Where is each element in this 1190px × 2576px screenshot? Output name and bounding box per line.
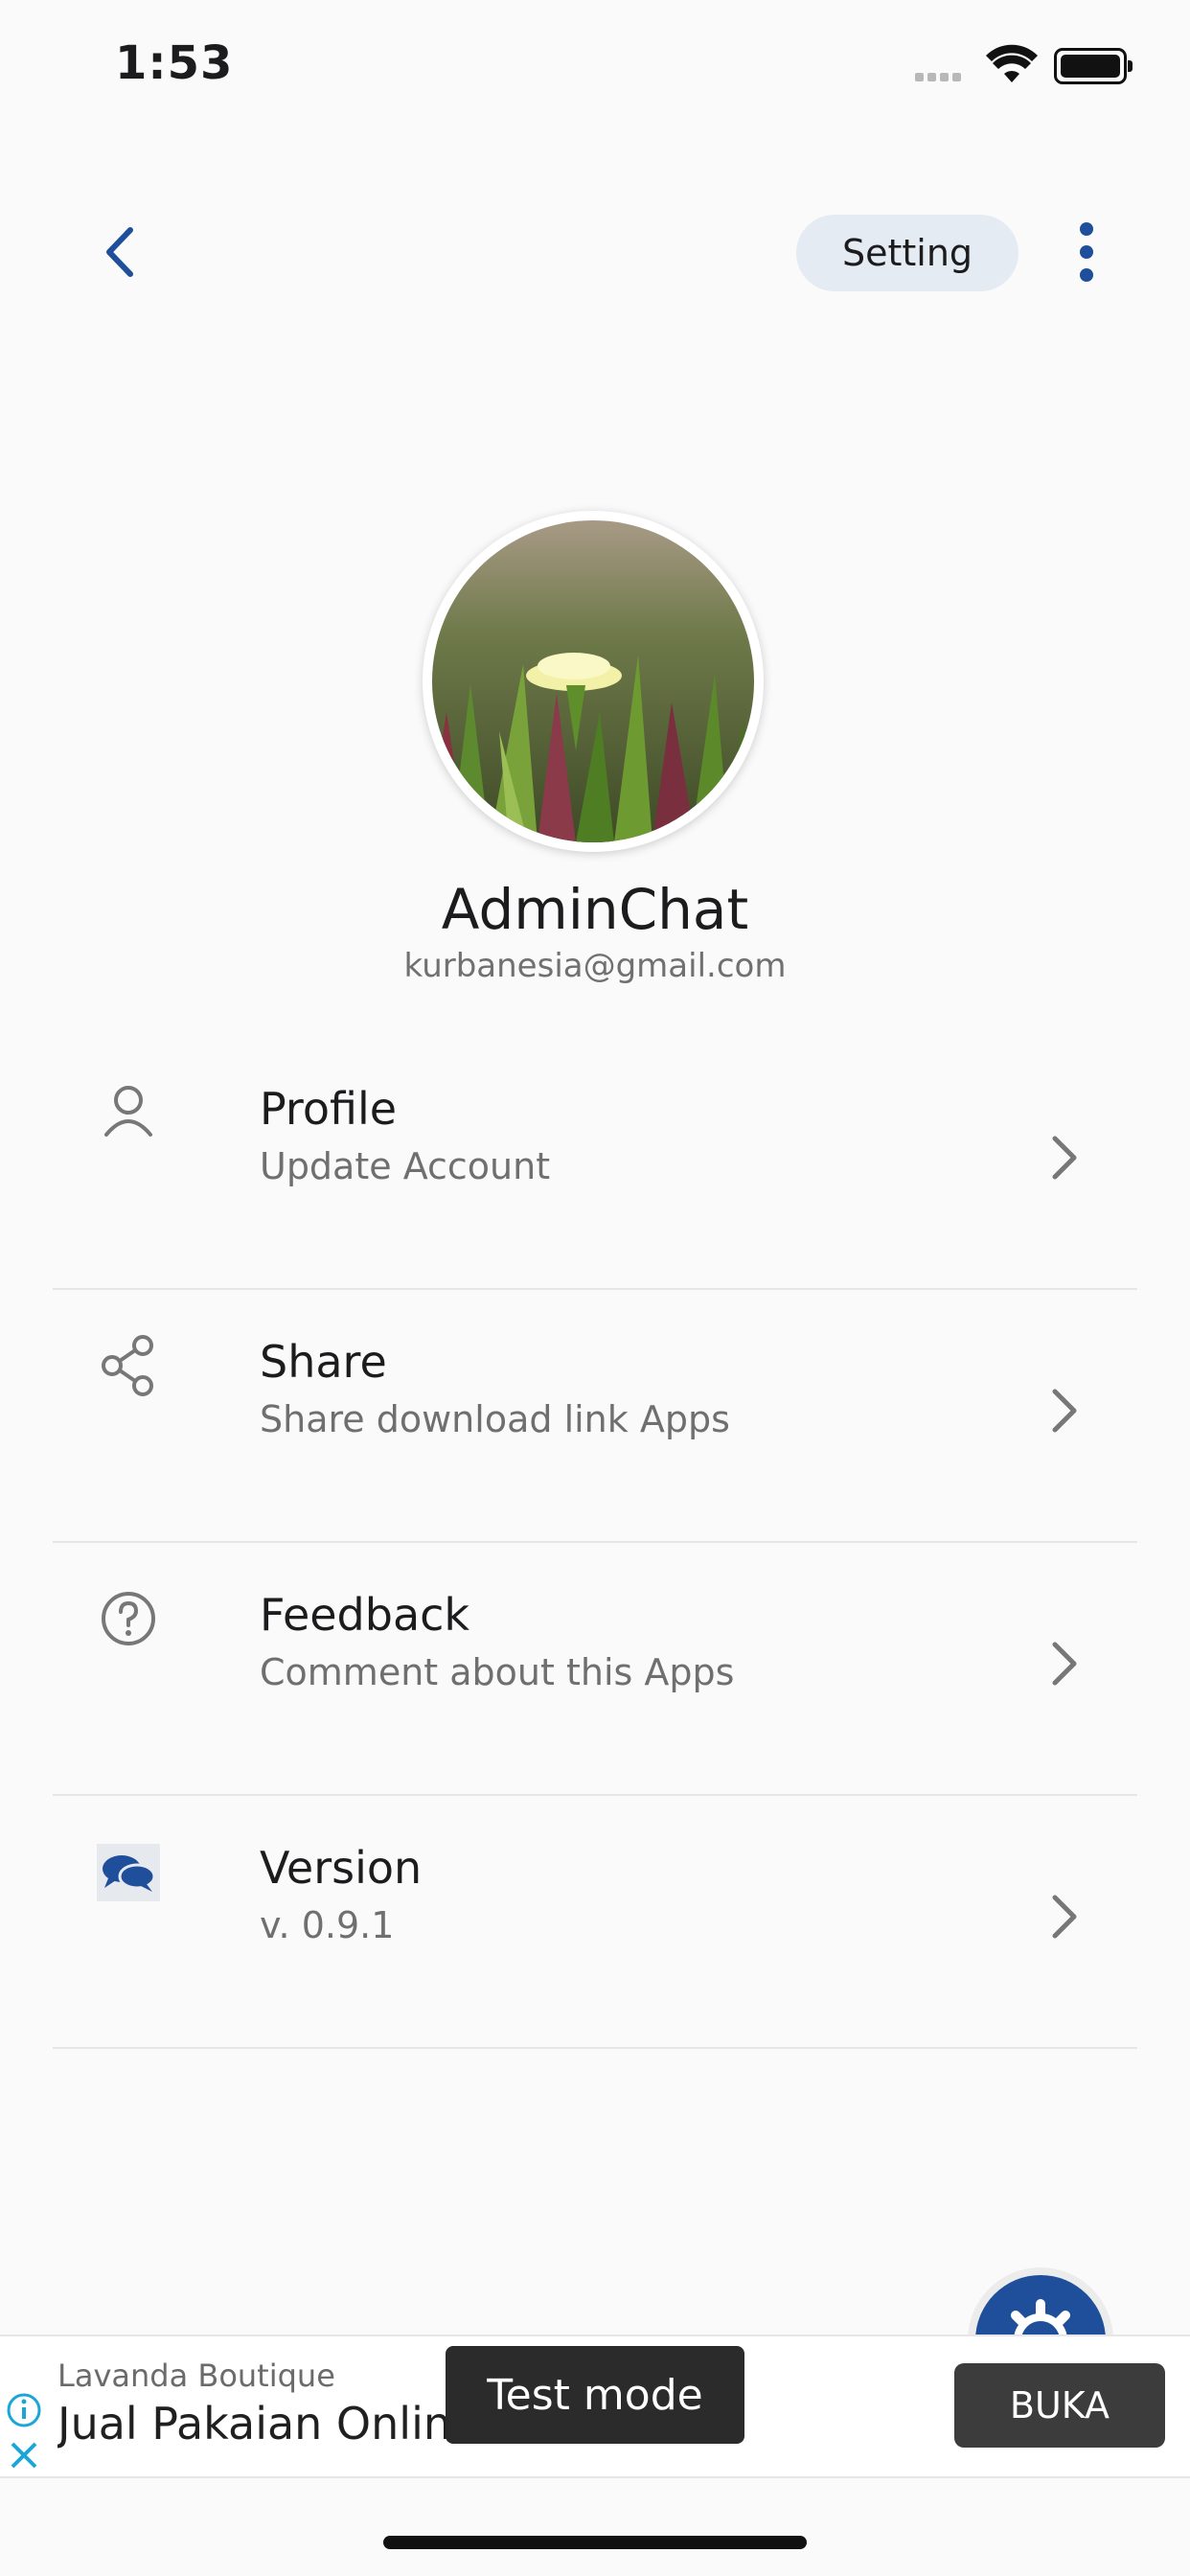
wifi-icon xyxy=(986,44,1038,82)
ad-open-button[interactable]: BUKA xyxy=(954,2363,1165,2448)
menu-item-feedback[interactable]: Feedback Comment about this Apps xyxy=(53,1541,1137,1796)
menu-item-share[interactable]: Share Share download link Apps xyxy=(53,1288,1137,1543)
menu-item-version[interactable]: Version v. 0.9.1 xyxy=(53,1794,1137,2049)
help-circle-icon xyxy=(102,1592,155,1645)
back-arrow-icon[interactable] xyxy=(92,218,149,286)
close-icon[interactable] xyxy=(8,2439,40,2472)
profile-name: AdminChat xyxy=(441,877,749,942)
chevron-right-icon xyxy=(1052,1389,1077,1433)
info-icon[interactable] xyxy=(6,2392,42,2428)
chevron-right-icon xyxy=(1052,1136,1077,1180)
person-icon xyxy=(104,1086,152,1137)
avatar[interactable] xyxy=(432,520,754,842)
battery-icon xyxy=(1054,48,1133,84)
menu-item-subtitle: Share download link Apps xyxy=(260,1398,730,1440)
test-mode-label: Test mode xyxy=(446,2346,744,2444)
menu-item-title: Share xyxy=(260,1336,387,1388)
share-icon xyxy=(102,1335,153,1396)
chevron-right-icon xyxy=(1052,1642,1077,1686)
cellular-signal-icon xyxy=(915,67,965,85)
home-indicator[interactable] xyxy=(383,2536,807,2549)
menu-item-profile[interactable]: Profile Update Account xyxy=(53,1035,1137,1290)
menu-item-subtitle: v. 0.9.1 xyxy=(260,1904,395,1946)
menu-item-title: Profile xyxy=(260,1083,398,1135)
chevron-right-icon xyxy=(1052,1895,1077,1939)
menu-item-title: Version xyxy=(260,1842,423,1894)
status-time: 1:53 xyxy=(115,36,234,90)
menu-item-subtitle: Update Account xyxy=(260,1145,551,1187)
ad-headline[interactable]: Jual Pakaian Online xyxy=(57,2398,460,2450)
menu-item-subtitle: Comment about this Apps xyxy=(260,1651,735,1693)
more-vertical-icon[interactable] xyxy=(1064,218,1110,286)
ad-advertiser: Lavanda Boutique xyxy=(57,2358,335,2394)
setting-chip[interactable]: Setting xyxy=(796,215,1018,291)
menu-item-title: Feedback xyxy=(260,1589,470,1641)
profile-email: kurbanesia@gmail.com xyxy=(403,947,787,985)
chat-logo-icon xyxy=(97,1844,160,1901)
